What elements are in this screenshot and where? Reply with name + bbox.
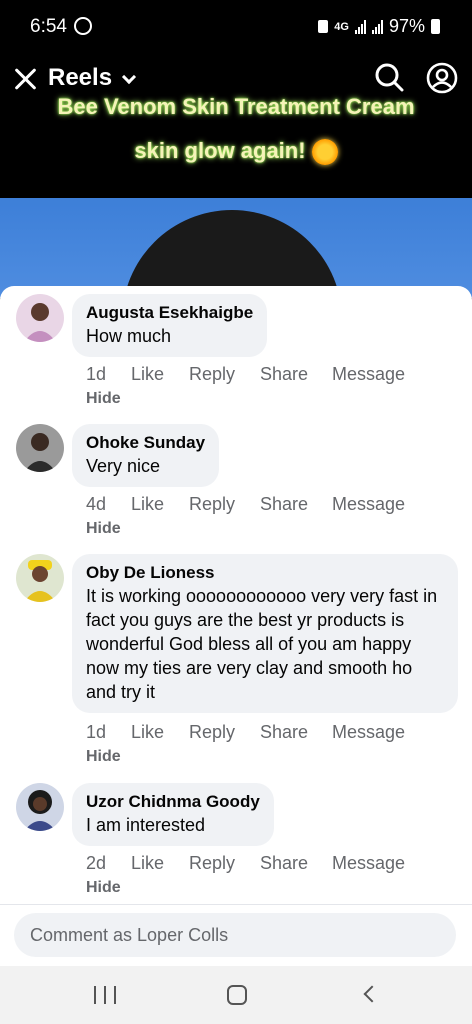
avatar[interactable]	[16, 783, 64, 831]
home-icon[interactable]	[227, 985, 247, 1005]
message-button[interactable]: Message	[332, 364, 405, 385]
reply-button[interactable]: Reply	[189, 853, 260, 874]
whatsapp-notification-icon	[74, 17, 92, 35]
message-button[interactable]: Message	[332, 494, 405, 515]
comment-bubble[interactable]: Ohoke Sunday Very nice	[72, 424, 220, 487]
comment-bubble[interactable]: Oby De Lioness It is working ooooooooooo…	[72, 554, 458, 713]
battery-percent: 97%	[388, 16, 425, 36]
comment-author[interactable]: Ohoke Sunday	[86, 432, 205, 454]
sun-emoji-icon	[311, 139, 338, 166]
message-button[interactable]: Message	[332, 722, 405, 743]
network-type-label: 4G	[334, 20, 349, 33]
comment-input[interactable]	[14, 913, 456, 957]
reply-button[interactable]: Reply	[189, 364, 260, 385]
close-icon[interactable]	[12, 66, 38, 92]
avatar-image-icon	[16, 554, 64, 602]
share-button[interactable]: Share	[260, 722, 332, 743]
comment-text: I am interested	[86, 815, 206, 835]
comment-actions: 1d Like Reply Share Message	[86, 364, 405, 385]
avatar[interactable]	[16, 424, 64, 472]
hide-button[interactable]: Hide	[86, 879, 121, 897]
status-time: 6:54	[30, 16, 67, 37]
avatar-image-icon	[16, 294, 64, 342]
like-button[interactable]: Like	[131, 494, 189, 515]
system-nav-bar	[0, 966, 472, 1024]
comment-author[interactable]: Uzor Chidnma Goody	[86, 791, 260, 813]
avatar-image-icon	[16, 783, 64, 831]
share-button[interactable]: Share	[260, 364, 332, 385]
battery-icon	[431, 19, 440, 34]
hide-button[interactable]: Hide	[86, 520, 121, 538]
profile-icon[interactable]	[426, 62, 458, 94]
status-indicators: 4G 97%	[318, 16, 440, 37]
comment-author[interactable]: Augusta Esekhaigbe	[86, 302, 253, 324]
comment-actions: 1d Like Reply Share Message	[86, 722, 405, 743]
avatar[interactable]	[16, 294, 64, 342]
reply-button[interactable]: Reply	[189, 722, 260, 743]
video-subject	[122, 210, 342, 298]
video-caption-line1: Bee Venom Skin Treatment Cream	[57, 94, 415, 119]
like-button[interactable]: Like	[131, 364, 189, 385]
avatar[interactable]	[16, 554, 64, 602]
comment-time: 4d	[86, 494, 107, 514]
comment-composer	[0, 904, 472, 966]
chevron-down-icon[interactable]	[121, 69, 137, 85]
comment-author[interactable]: Oby De Lioness	[86, 562, 444, 584]
comment-time: 1d	[86, 364, 107, 384]
share-button[interactable]: Share	[260, 494, 332, 515]
sim-icon	[318, 20, 329, 33]
comment-time: 1d	[86, 722, 107, 742]
message-button[interactable]: Message	[332, 853, 405, 874]
comment-actions: 4d Like Reply Share Message	[86, 494, 405, 515]
hide-button[interactable]: Hide	[86, 390, 121, 408]
comment-time: 2d	[86, 853, 107, 873]
signal-icon	[354, 19, 366, 34]
comment-text: How much	[86, 326, 172, 346]
comment-text: Very nice	[86, 456, 161, 476]
video-caption-line2-row: skin glow again!	[0, 138, 472, 166]
avatar-image-icon	[16, 424, 64, 472]
signal-icon-2	[371, 19, 383, 34]
search-icon[interactable]	[374, 62, 404, 92]
comment-text: It is working oooooooooooo very very fas…	[86, 586, 438, 702]
video-caption-line2: skin glow again!	[134, 138, 306, 163]
comments-sheet: Augusta Esekhaigbe How much 1d Like Repl…	[0, 286, 472, 966]
recent-apps-icon[interactable]	[94, 986, 116, 1004]
comment-bubble[interactable]: Augusta Esekhaigbe How much	[72, 294, 268, 357]
like-button[interactable]: Like	[131, 722, 189, 743]
like-button[interactable]: Like	[131, 853, 189, 874]
reels-header: Reels Bee Venom Skin Treatment Cream ski…	[0, 52, 472, 198]
share-button[interactable]: Share	[260, 853, 332, 874]
comment-actions: 2d Like Reply Share Message	[86, 853, 405, 874]
reply-button[interactable]: Reply	[189, 494, 260, 515]
reel-video[interactable]	[0, 198, 472, 298]
back-icon[interactable]	[363, 985, 381, 1003]
comment-bubble[interactable]: Uzor Chidnma Goody I am interested	[72, 783, 274, 846]
status-bar: 6:54 4G 97%	[0, 0, 472, 52]
hide-button[interactable]: Hide	[86, 748, 121, 766]
reels-title[interactable]: Reels	[48, 64, 112, 92]
